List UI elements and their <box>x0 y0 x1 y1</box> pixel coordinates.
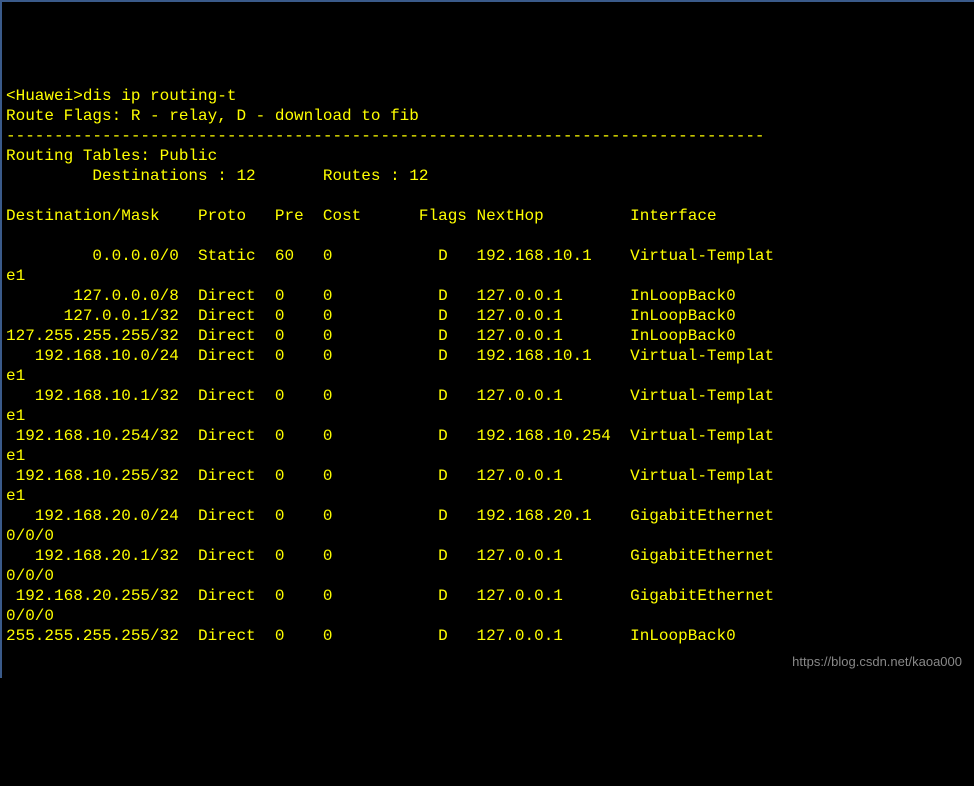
destinations-summary: Destinations : 12 Routes : 12 <box>6 167 428 185</box>
watermark-text: https://blog.csdn.net/kaoa000 <box>792 654 962 670</box>
cli-prompt: <Huawei> <box>6 87 83 105</box>
header-interface: Interface <box>630 207 716 225</box>
separator-line: ----------------------------------------… <box>6 127 765 145</box>
routing-tables-title: Routing Tables: Public <box>6 147 217 165</box>
terminal-output: <Huawei>dis ip routing-t Route Flags: R … <box>6 86 970 646</box>
header-cost: Cost <box>323 207 361 225</box>
table-header-row: Destination/Mask Proto Pre Cost Flags Ne… <box>6 207 717 225</box>
routing-table-body: 0.0.0.0/0 Static 60 0 D 192.168.10.1 Vir… <box>6 247 774 645</box>
cli-command[interactable]: dis ip routing-t <box>83 87 237 105</box>
route-flags-legend: Route Flags: R - relay, D - download to … <box>6 107 419 125</box>
header-pre: Pre <box>275 207 304 225</box>
header-destination: Destination/Mask <box>6 207 160 225</box>
header-nexthop: NextHop <box>477 207 544 225</box>
header-flags: Flags <box>419 207 467 225</box>
header-proto: Proto <box>198 207 246 225</box>
